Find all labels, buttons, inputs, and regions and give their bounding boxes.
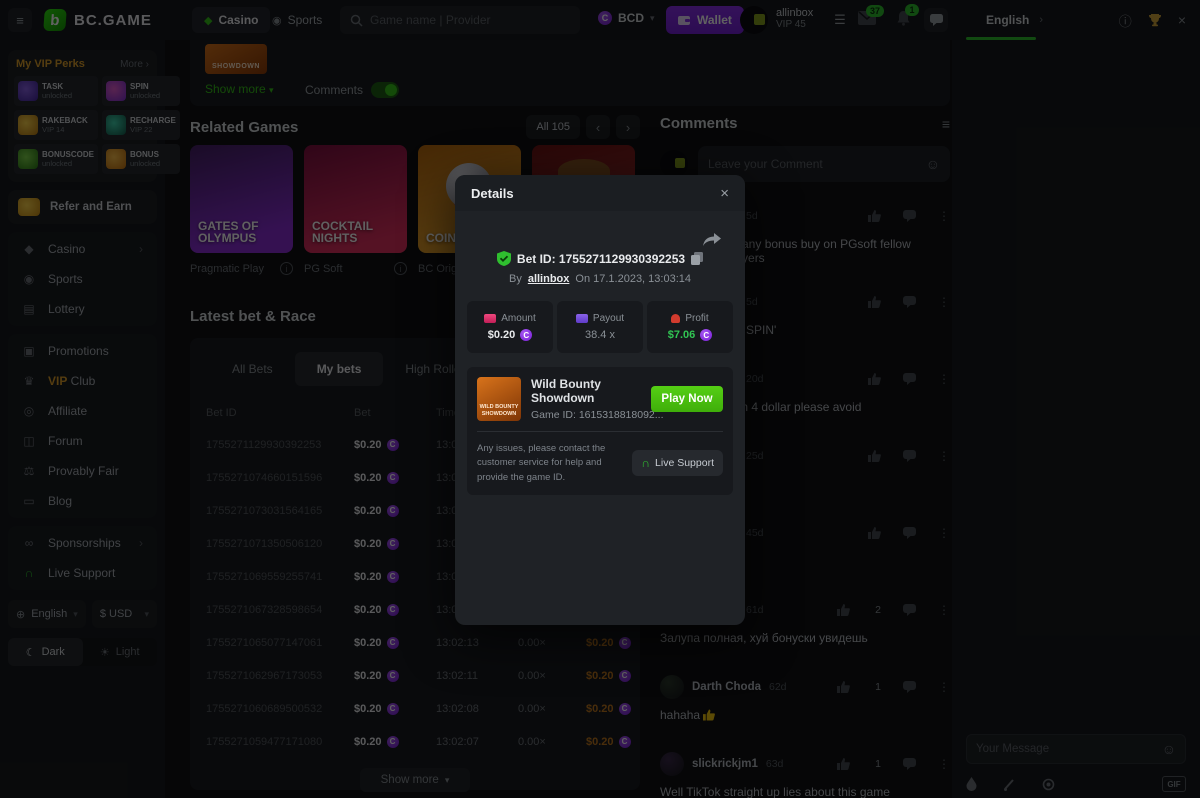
bet-datetime: On 17.1.2023, 13:03:14: [575, 273, 691, 285]
modal-close-button[interactable]: ×: [720, 185, 729, 202]
headset-icon: ∩: [641, 456, 650, 470]
stat-value: 38.4 x: [585, 329, 615, 341]
stat-label: Profit: [671, 313, 708, 324]
divider: [477, 431, 723, 432]
modal-title: Details: [471, 186, 514, 201]
share-button[interactable]: [703, 233, 721, 247]
stat-value: $0.20 C: [488, 329, 533, 341]
copy-icon[interactable]: [691, 252, 703, 265]
profit-icon: [671, 314, 680, 323]
page: ≡ b BC.GAME ◆ Casino ◉ Sports C BCD ▾ Wa…: [0, 0, 1200, 798]
coin-icon: C: [700, 329, 712, 341]
play-now-button[interactable]: Play Now: [651, 386, 723, 412]
bet-author-link[interactable]: allinbox: [528, 273, 570, 285]
support-note: Any issues, please contact the customer …: [477, 442, 624, 485]
stat-payout: Payout 38.4 x: [557, 301, 643, 353]
game-info-box: WILD BOUNTY SHOWDOWN Wild Bounty Showdow…: [467, 367, 733, 495]
coin-icon: C: [520, 329, 532, 341]
cash-icon: [484, 314, 496, 323]
by-label: By: [509, 273, 522, 285]
stat-amount: Amount $0.20 C: [467, 301, 553, 353]
card-icon: [576, 314, 588, 323]
stat-value: $7.06 C: [668, 329, 713, 341]
game-thumbnail[interactable]: WILD BOUNTY SHOWDOWN: [477, 377, 521, 421]
stat-label: Payout: [576, 313, 624, 324]
game-id-text: Game ID: 1615318818092...: [531, 409, 664, 421]
verified-shield-icon: [497, 251, 511, 266]
game-title: Wild Bounty Showdown: [531, 377, 641, 405]
stat-profit: Profit $7.06 C: [647, 301, 733, 353]
bet-stats-row: Amount $0.20 C Payout 38.4 x Profit $7.06 C: [467, 301, 733, 353]
live-support-button[interactable]: ∩ Live Support: [632, 450, 723, 476]
bet-id-text: Bet ID: 1755271129930392253: [517, 252, 685, 266]
bet-details-modal: Details × Bet ID: 1755271129930392253 By…: [455, 175, 745, 625]
stat-label: Amount: [484, 313, 535, 324]
